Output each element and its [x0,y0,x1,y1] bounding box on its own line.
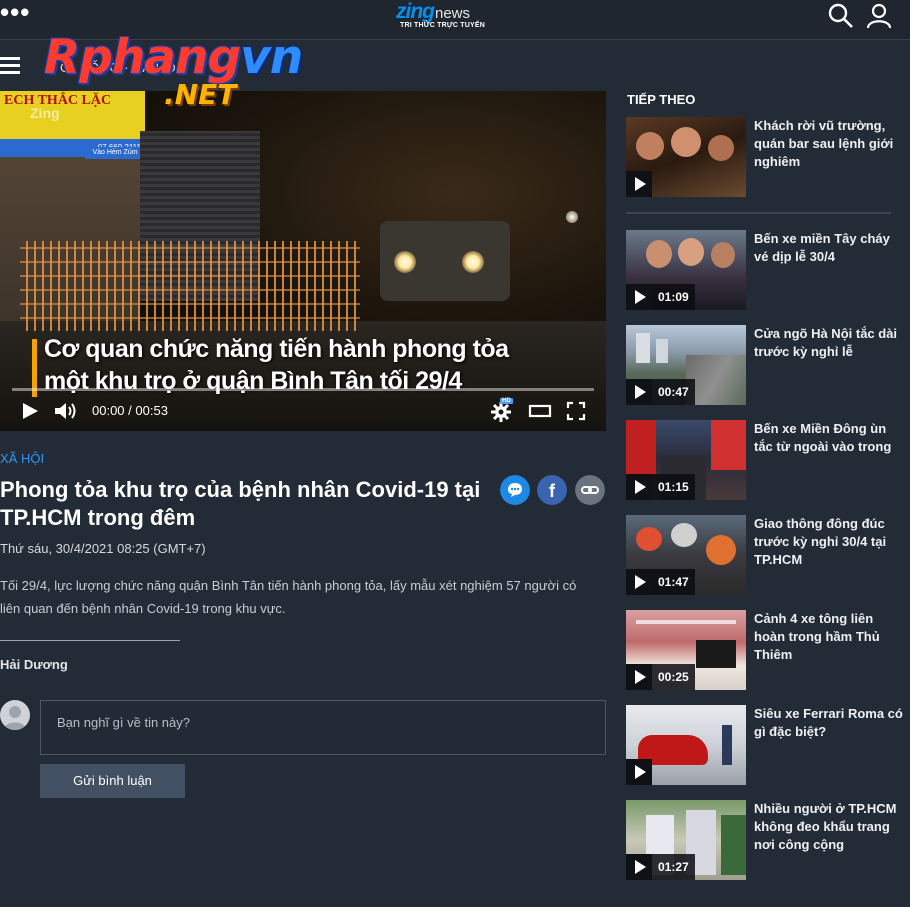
caption-line-1: Cơ quan chức năng tiến hành phong tỏa [44,335,509,363]
settings-icon[interactable] [490,401,512,423]
video-player[interactable]: ECH THẮC LẶC 07.669.2111 Vào Hẻm Zúm Zin… [0,91,606,431]
volume-icon[interactable] [54,401,78,421]
hd-badge: HD [500,398,513,404]
related-video-title[interactable]: Cửa ngõ Hà Nội tắc dài trước kỳ nghỉ lễ [754,325,904,361]
video-duration: 00:25 [652,664,695,690]
related-video-title[interactable]: Giao thông đông đúc trước kỳ nghỉ 30/4 t… [754,515,904,569]
menu-icon[interactable] [0,57,20,75]
play-icon[interactable] [626,664,652,690]
copy-link-icon[interactable] [575,475,605,505]
video-time: 00:00 / 00:53 [92,403,168,418]
play-icon[interactable] [626,854,652,880]
video-thumbnail[interactable]: 01:15 [626,420,746,500]
logo-zing: zing [396,0,435,23]
headlight-left [394,251,416,273]
play-icon[interactable] [626,759,652,785]
user-icon[interactable] [866,3,892,29]
video-duration: 01:47 [652,569,695,595]
video-scene-fence [20,241,360,331]
article-category[interactable]: XÃ HỘI [0,451,44,466]
theater-mode-icon[interactable] [528,401,552,421]
video-thumbnail[interactable]: 01:47 [626,515,746,595]
headlight-right [462,251,484,273]
time-separator: / [128,403,132,418]
current-time: 00:00 [92,403,125,418]
video-thumbnail[interactable] [626,705,746,785]
logo-tagline: TRI THỨC TRỰC TUYẾN [400,22,486,29]
article-title: Phong tỏa khu trọ của bệnh nhân Covid-19… [0,477,481,530]
default-avatar-icon [4,706,26,730]
play-icon[interactable] [626,474,652,500]
zing-news-logo[interactable]: zingnews TRI THỨC TRỰC TUYẾN [396,0,506,40]
divider [626,212,891,214]
video-thumbnail[interactable] [626,117,746,197]
watermark-brand: Rphangvn [44,30,303,85]
video-controls: 00:00 / 00:53 HD [0,391,606,431]
play-icon[interactable] [20,401,40,421]
article-summary: Tối 29/4, lực lượng chức năng quận Bình … [0,578,577,616]
article-date: Thứ sáu, 30/4/2021 08:25 (GMT+7) [0,541,206,556]
avatar [0,700,30,730]
site-watermark: Rphangvn .NET [44,30,334,120]
play-icon[interactable] [626,379,652,405]
video-scene-sign-small: Vào Hẻm Zúm [85,147,145,159]
svg-text:f: f [549,481,556,501]
street-lamp [566,211,578,223]
play-icon[interactable] [626,284,652,310]
related-video-title[interactable]: Cảnh 4 xe tông liên hoàn trong hầm Thủ T… [754,610,904,664]
sidebar-heading: TIẾP THEO [627,92,696,107]
related-video-title[interactable]: Khách rời vũ trường, quán bar sau lệnh g… [754,117,904,171]
related-video-title[interactable]: Bến xe miền Tây cháy vé dịp lễ 30/4 [754,230,904,266]
related-video-title[interactable]: Bến xe Miền Đông ùn tắc từ ngoài vào tro… [754,420,904,456]
related-video-title[interactable]: Nhiều người ở TP.HCM không đeo khẩu tran… [754,800,904,854]
comment-input[interactable]: Bạn nghĩ gì về tin này? [40,700,606,755]
video-thumbnail[interactable]: 00:25 [626,610,746,690]
video-thumbnail[interactable]: 00:47 [626,325,746,405]
duration: 00:53 [135,403,168,418]
play-icon[interactable] [626,171,652,197]
play-icon[interactable] [626,569,652,595]
video-duration: 01:27 [652,854,695,880]
video-duration: 00:47 [652,379,695,405]
divider [0,640,180,641]
fullscreen-icon[interactable] [566,401,586,421]
logo-news: news [435,5,471,22]
messenger-share-icon[interactable] [500,475,530,505]
video-thumbnail[interactable]: 01:27 [626,800,746,880]
facebook-share-icon[interactable]: f [537,475,567,505]
article-author: Hải Dương [0,657,68,672]
more-dots-icon[interactable]: ••• [0,0,30,25]
video-duration: 01:15 [652,474,695,500]
video-duration: 01:09 [652,284,695,310]
video-thumbnail[interactable]: 01:09 [626,230,746,310]
related-video-title[interactable]: Siêu xe Ferrari Roma có gì đặc biệt? [754,705,904,741]
submit-comment-button[interactable]: Gửi bình luận [40,764,185,798]
search-icon[interactable] [828,3,854,29]
watermark-suffix: .NET [164,78,237,111]
